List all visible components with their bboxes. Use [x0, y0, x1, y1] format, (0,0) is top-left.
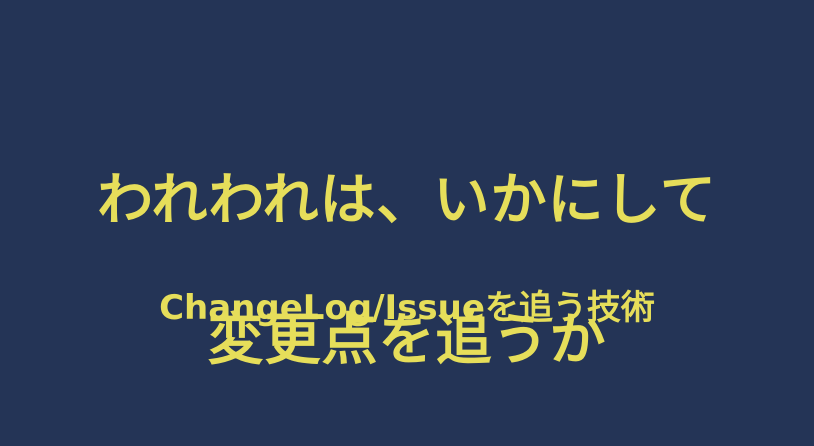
- slide-subtitle: ChangeLog/Issueを追う技術: [159, 288, 655, 328]
- slide-title: われわれは、いかにして 変更点を追うか: [0, 96, 814, 446]
- presentation-slide: われわれは、いかにして 変更点を追うか ChangeLog/Issueを追う技術: [0, 0, 814, 430]
- slide-title-line-1: われわれは、いかにして: [97, 168, 717, 233]
